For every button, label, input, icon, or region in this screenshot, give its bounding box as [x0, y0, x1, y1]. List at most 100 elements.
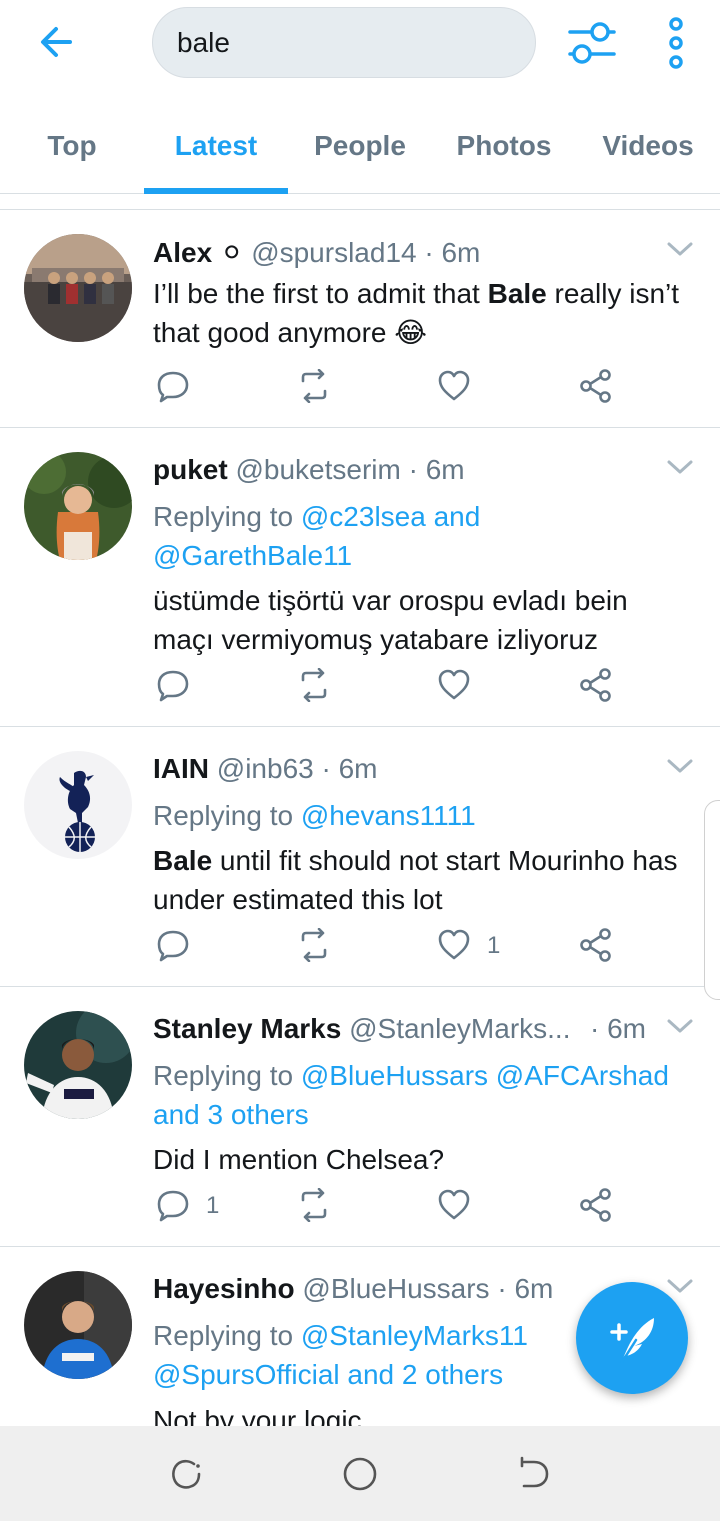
- retweet-button[interactable]: [297, 369, 331, 403]
- tweet-text: Did I mention Chelsea?: [153, 1144, 445, 1175]
- share-button[interactable]: [579, 668, 613, 702]
- like-button[interactable]: [437, 369, 471, 403]
- replying-to: Replying to @hevans1111: [153, 800, 476, 831]
- like-button[interactable]: [437, 668, 471, 702]
- reply-button[interactable]: [156, 1188, 190, 1222]
- tweet-time: 6m: [425, 454, 465, 485]
- share-icon: [580, 1188, 611, 1222]
- mention-link[interactable]: @BlueHussars @AFCArshad: [301, 1060, 669, 1091]
- share-icon: [580, 369, 611, 403]
- back-nav-button[interactable]: [516, 1456, 552, 1492]
- top-app-bar: bale: [0, 0, 720, 92]
- tweet-item[interactable]: Stanley Marks @StanleyMarks... · 6m Repl…: [0, 987, 720, 1247]
- tweet-actions: 1: [0, 1188, 720, 1228]
- tab-videos[interactable]: Videos: [576, 130, 720, 162]
- heart-icon: [438, 1189, 470, 1220]
- tweet-text: Bale until fit should not start Mourinho…: [153, 845, 678, 915]
- tweet-menu-button[interactable]: [666, 458, 694, 478]
- tweet-item[interactable]: IAIN @inb63 · 6m Replying to @hevans1111…: [0, 727, 720, 987]
- tweet-text: üstümde tişörtü var orospu evladı bein m…: [153, 585, 628, 655]
- more-options-button[interactable]: [660, 16, 692, 70]
- avatar[interactable]: [24, 452, 132, 560]
- tab-people[interactable]: People: [288, 130, 432, 162]
- reply-icon: [157, 930, 189, 962]
- tweet-item[interactable]: Alex ⚪ @spurslad14 · 6m I’ll be the firs…: [0, 210, 720, 428]
- replying-to: Replying to @c23lsea and @GarethBale11: [153, 501, 481, 571]
- avatar[interactable]: [24, 1271, 132, 1379]
- username[interactable]: @StanleyMarks...: [349, 1013, 570, 1044]
- like-button[interactable]: [437, 1188, 471, 1222]
- avatar[interactable]: [24, 1011, 132, 1119]
- display-name[interactable]: IAIN: [153, 753, 209, 784]
- tweet-time: 6m: [441, 237, 481, 268]
- tweet-header: Alex ⚪ @spurslad14 · 6m: [153, 237, 481, 268]
- tweet-header: IAIN @inb63 · 6m: [153, 753, 378, 784]
- back-button[interactable]: [34, 20, 78, 64]
- tab-latest[interactable]: Latest: [144, 130, 288, 162]
- tweet-actions: [0, 668, 720, 708]
- share-button[interactable]: [579, 1188, 613, 1222]
- sliders-icon: [568, 22, 616, 64]
- search-query: bale: [177, 26, 230, 58]
- tweet-text: I’ll be the first to admit that Bale rea…: [153, 278, 680, 348]
- reply-button[interactable]: [156, 369, 190, 403]
- display-name[interactable]: Alex: [153, 237, 212, 268]
- tweet-header: Stanley Marks @StanleyMarks...: [153, 1013, 583, 1045]
- reply-icon: [157, 1190, 189, 1222]
- share-icon: [580, 928, 611, 962]
- search-input[interactable]: bale: [152, 7, 536, 78]
- recent-apps-button[interactable]: [168, 1456, 204, 1492]
- reply-icon: [157, 371, 189, 403]
- tweet-actions: 1: [0, 928, 720, 968]
- mention-link[interactable]: @GarethBale11: [153, 540, 352, 571]
- edge-panel-handle[interactable]: [704, 800, 720, 1000]
- compose-tweet-button[interactable]: [576, 1282, 688, 1394]
- retweet-button[interactable]: [297, 928, 331, 962]
- reply-button[interactable]: [156, 928, 190, 962]
- username[interactable]: @buketserim: [235, 454, 400, 485]
- system-navigation-bar: [0, 1426, 720, 1521]
- share-button[interactable]: [579, 369, 613, 403]
- mention-link[interactable]: @SpursOfficial and 2 others: [153, 1359, 503, 1390]
- username[interactable]: @BlueHussars: [302, 1273, 489, 1304]
- arrow-left-icon: [41, 27, 72, 57]
- display-name[interactable]: Hayesinho: [153, 1273, 295, 1304]
- mention-link[interactable]: @c23lsea and: [301, 501, 480, 532]
- retweet-button[interactable]: [297, 1188, 331, 1222]
- display-name[interactable]: Stanley Marks: [153, 1013, 341, 1044]
- tweet-item[interactable]: puket @buketserim · 6m Replying to @c23l…: [0, 428, 720, 727]
- mention-link[interactable]: @hevans1111: [301, 800, 476, 831]
- back-nav-icon: [520, 1456, 549, 1488]
- retweet-button[interactable]: [297, 668, 331, 702]
- display-name[interactable]: puket: [153, 454, 228, 485]
- tweet-feed[interactable]: Alex ⚪ @spurslad14 · 6m I’ll be the firs…: [0, 210, 720, 1426]
- reply-button[interactable]: [156, 668, 190, 702]
- like-button[interactable]: [437, 928, 471, 962]
- chevron-down-icon: [667, 460, 693, 474]
- username[interactable]: @spurslad14: [251, 237, 416, 268]
- reply-icon: [157, 670, 189, 702]
- tab-top[interactable]: Top: [0, 130, 144, 162]
- tweet-header: puket @buketserim · 6m: [153, 454, 465, 485]
- avatar[interactable]: [24, 751, 132, 859]
- mention-link[interactable]: @StanleyMarks11: [301, 1320, 528, 1351]
- mention-link[interactable]: and 3 others: [153, 1099, 309, 1130]
- tweet-text: Not by your logic: [153, 1405, 362, 1426]
- share-button[interactable]: [579, 928, 613, 962]
- tweet-menu-button[interactable]: [666, 1017, 694, 1037]
- tweet-time: 6m: [514, 1273, 554, 1304]
- retweet-icon: [301, 369, 327, 403]
- tweet-menu-button[interactable]: [666, 240, 694, 260]
- heart-icon: [438, 929, 470, 960]
- tab-photos[interactable]: Photos: [432, 130, 576, 162]
- replying-to: Replying to @BlueHussars @AFCArshad and …: [153, 1060, 669, 1130]
- heart-icon: [438, 669, 470, 700]
- home-button[interactable]: [342, 1456, 378, 1492]
- search-filter-button[interactable]: [566, 18, 618, 68]
- tweet-time: · 6m: [590, 1013, 647, 1044]
- username[interactable]: @inb63: [217, 753, 314, 784]
- avatar[interactable]: [24, 234, 132, 342]
- compose-feather-icon: [610, 1318, 654, 1364]
- tweet-menu-button[interactable]: [666, 757, 694, 777]
- more-vertical-icon: [669, 17, 683, 69]
